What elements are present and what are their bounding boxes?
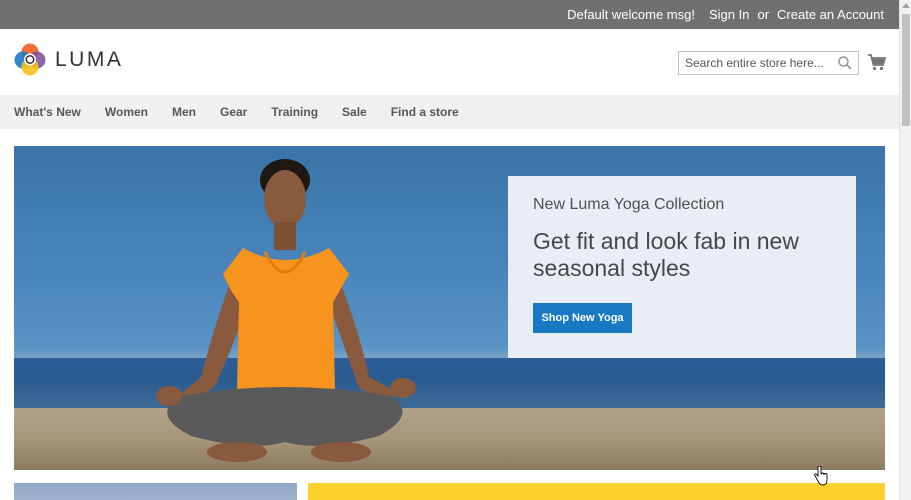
search-icon[interactable]: [837, 55, 853, 71]
hand-cursor-icon: [814, 466, 828, 486]
hero-banner[interactable]: New Luma Yoga Collection Get fit and loo…: [14, 146, 885, 470]
nav-item-find-a-store[interactable]: Find a store: [391, 105, 459, 119]
nav-item-men[interactable]: Men: [172, 105, 196, 119]
promo-tile-right[interactable]: [308, 483, 885, 500]
logo[interactable]: LUMA: [14, 43, 123, 76]
yoga-woman-image: [156, 159, 416, 462]
header: LUMA: [0, 29, 899, 95]
or-separator: or: [757, 7, 770, 22]
main-navigation: What's New Women Men Gear Training Sale …: [0, 95, 899, 129]
welcome-message: Default welcome msg!: [567, 7, 695, 22]
scroll-up-arrow-icon[interactable]: [902, 3, 910, 8]
nav-item-women[interactable]: Women: [105, 105, 148, 119]
luma-logo-icon: [14, 43, 46, 76]
top-panel: Default welcome msg! Sign In or Create a…: [0, 0, 899, 29]
cart-icon[interactable]: [867, 52, 887, 72]
page-scrollbar[interactable]: [899, 0, 911, 500]
create-account-link[interactable]: Create an Account: [777, 7, 884, 22]
logo-text: LUMA: [55, 47, 124, 71]
promo-subtitle: New Luma Yoga Collection: [533, 196, 725, 213]
shop-new-yoga-button[interactable]: Shop New Yoga: [533, 303, 632, 333]
nav-item-sale[interactable]: Sale: [342, 105, 367, 119]
header-links: Default welcome msg! Sign In or Create a…: [567, 0, 884, 29]
search-box: [678, 51, 859, 75]
promo-box: New Luma Yoga Collection Get fit and loo…: [508, 176, 856, 358]
nav-item-whats-new[interactable]: What's New: [14, 105, 81, 119]
nav-item-gear[interactable]: Gear: [220, 105, 247, 119]
nav-item-training[interactable]: Training: [271, 105, 318, 119]
search-input[interactable]: [679, 52, 829, 74]
promo-title: Get fit and look fab in new seasonal sty…: [533, 228, 799, 281]
scroll-thumb[interactable]: [902, 14, 910, 126]
sign-in-link[interactable]: Sign In: [709, 7, 749, 22]
promo-tile-left[interactable]: [14, 483, 297, 500]
